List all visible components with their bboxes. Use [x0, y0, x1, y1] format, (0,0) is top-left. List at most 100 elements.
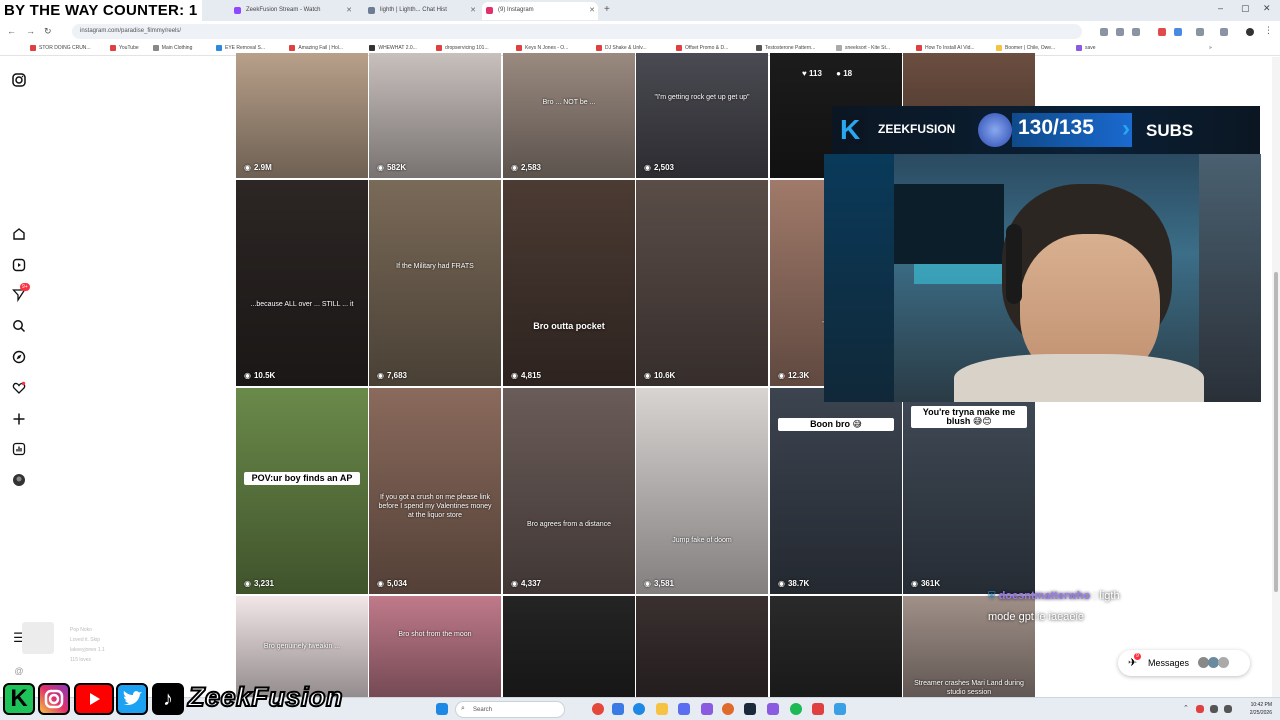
wifi-icon[interactable] [1210, 705, 1218, 713]
tab-chat-history[interactable]: lighth | Lighth... Chat Hist ✕ [364, 2, 479, 20]
reel-tile[interactable]: Jump fake of doom ◉ 3,581 [636, 388, 768, 594]
reel-tile[interactable]: If you got a crush on me please link bef… [369, 388, 501, 594]
app-icon[interactable] [678, 703, 690, 715]
bookmark-item[interactable]: STOR DOING CRUN... [30, 45, 91, 51]
reel-tile[interactable]: You're tryna make me blush 😅😊 ◉ 361K [903, 388, 1035, 594]
url-text: instagram.com/paradise_filmmy/reels/ [80, 28, 182, 34]
app-icon[interactable] [812, 703, 824, 715]
minimize-button[interactable]: – [1218, 3, 1223, 13]
reload-icon[interactable]: ↻ [44, 26, 52, 37]
reel-tile[interactable]: Bro agrees from a distance ◉ 4,337 [503, 388, 635, 594]
extensions-puzzle-icon[interactable] [1196, 28, 1204, 36]
bookmark-item[interactable]: DJ Shake & Unlv... [596, 45, 647, 51]
bookmark-item[interactable]: dropservicing 101... [436, 45, 489, 51]
reel-caption: ...because ALL over ... STILL ... it [250, 301, 354, 308]
edge-icon[interactable] [633, 703, 645, 715]
bookmark-item[interactable]: Keys N Jones - O... [516, 45, 568, 51]
create-plus-icon[interactable] [12, 412, 26, 426]
file-explorer-icon[interactable] [656, 703, 668, 715]
reel-tile[interactable]: Bro outta pocket ◉ 4,815 [503, 180, 635, 386]
volume-icon[interactable] [1224, 705, 1232, 713]
bookmarks-overflow-icon[interactable]: » [1200, 45, 1212, 51]
taskbar-clock[interactable]: 10:42 PM 2/25/2026 [1232, 701, 1272, 717]
chrome-icon[interactable] [592, 703, 604, 715]
dashboard-icon[interactable] [12, 442, 26, 456]
instagram-logo-icon[interactable] [12, 73, 26, 87]
bookmark-item[interactable]: save [1076, 45, 1096, 51]
reel-tile[interactable]: ◉ 582K [369, 53, 501, 178]
app-icon[interactable] [612, 703, 624, 715]
reel-tile[interactable]: ...because ALL over ... STILL ... it ◉ 10.… [236, 180, 368, 386]
bookmark-item[interactable]: Testosterone Pattern... [756, 45, 815, 51]
steam-icon[interactable] [744, 703, 756, 715]
forward-arrow-icon[interactable]: → [26, 26, 35, 36]
bookmark-label: Main Clothing [161, 45, 193, 51]
messages-button[interactable]: ✈ 9 Messages [1118, 650, 1250, 676]
bookmark-item[interactable]: YouTube [110, 45, 139, 51]
reel-tile[interactable]: Bro shot from the moon [369, 596, 501, 699]
bookmark-item[interactable]: EYE Removal S... [216, 45, 265, 51]
notifications-heart-icon[interactable] [12, 381, 26, 395]
address-bar[interactable]: instagram.com/paradise_filmmy/reels/ [72, 24, 1082, 39]
reel-tile[interactable]: POV:ur boy finds an AP ◉ 3,231 [236, 388, 368, 594]
threads-icon[interactable]: @ [12, 664, 26, 678]
reel-view-count: ◉ 2,583 [511, 163, 541, 172]
scrollbar-thumb[interactable] [1274, 272, 1278, 592]
reel-tile[interactable] [503, 596, 635, 699]
windows-start-icon[interactable] [436, 703, 448, 715]
scrollbar[interactable] [1272, 57, 1280, 697]
reel-tile[interactable]: "I'm getting rock get up get up" ◉ 2,503 [636, 53, 768, 178]
maximize-button[interactable]: ▢ [1241, 3, 1250, 14]
spotify-icon[interactable] [790, 703, 802, 715]
zoom-icon[interactable] [1100, 28, 1108, 36]
profile-avatar[interactable] [12, 473, 26, 487]
reel-tile[interactable]: ◉ 10.6K [636, 180, 768, 386]
home-icon[interactable] [12, 227, 26, 241]
extension-icon[interactable] [1158, 28, 1166, 36]
bookmark-item[interactable]: How To Install AI Vid... [916, 45, 975, 51]
star-icon[interactable] [1132, 28, 1140, 36]
bookmark-item[interactable]: Offset Promo & D... [676, 45, 728, 51]
reel-tile[interactable]: ◉ 2.9M [236, 53, 368, 178]
discord-icon[interactable] [701, 703, 713, 715]
new-tab-button[interactable]: + [604, 4, 610, 15]
reel-tile[interactable]: Boon bro 😅 ◉ 38.7K [770, 388, 902, 594]
close-icon[interactable]: ✕ [346, 6, 352, 14]
close-icon[interactable]: ✕ [589, 6, 595, 14]
taskbar-search[interactable]: ⌕ Search [455, 701, 565, 718]
tray-icon[interactable] [1196, 705, 1204, 713]
bookmark-item[interactable]: Amazing Fail | Hol... [289, 45, 343, 51]
menu-kebab-icon[interactable]: ⋮ [1264, 25, 1273, 36]
direct-messages-icon[interactable]: 9+ [12, 283, 30, 303]
reel-caption: POV:ur boy finds an AP [244, 472, 360, 485]
back-arrow-icon[interactable]: ← [7, 26, 16, 36]
bookmark-item[interactable]: Main Clothing [152, 45, 193, 51]
firefox-icon[interactable] [722, 703, 734, 715]
sidebar-icon[interactable] [1220, 28, 1228, 36]
window-close-button[interactable]: ✕ [1263, 3, 1271, 14]
tab-twitch[interactable]: ZeekFusion Stream - Watch ✕ [230, 2, 355, 20]
tab-label: (9) Instagram [498, 7, 534, 13]
reel-tile[interactable] [636, 596, 768, 699]
tray-chevron-icon[interactable]: ⌃ [1183, 704, 1189, 712]
reel-tile[interactable] [770, 596, 902, 699]
tab-instagram[interactable]: (9) Instagram ✕ [482, 2, 598, 20]
search-icon[interactable] [12, 319, 26, 333]
reels-icon[interactable] [12, 258, 26, 272]
bookmark-item[interactable]: Boomer | Chile, Owe... [996, 45, 1055, 51]
twitch-icon[interactable] [767, 703, 779, 715]
app-icon[interactable] [834, 703, 846, 715]
bookmark-item[interactable]: sneeksort - Kite St... [836, 45, 890, 51]
explore-compass-icon[interactable] [12, 350, 26, 364]
install-icon[interactable] [1116, 28, 1124, 36]
close-icon[interactable]: ✕ [470, 6, 476, 14]
bookmark-item[interactable]: WHEWHAT 2.0... [369, 45, 417, 51]
reel-caption: Bro outta pocket [533, 321, 605, 331]
reel-tile[interactable]: Bro ... NOT be ... ◉ 2,583 [503, 53, 635, 178]
extension-icon[interactable] [1174, 28, 1182, 36]
suggested-profile-thumbnail[interactable] [22, 622, 54, 654]
profile-avatar[interactable] [1246, 28, 1254, 36]
reel-tile[interactable]: If the Military had FRATS ◉ 7,683 [369, 180, 501, 386]
reel-view-count: ◉ 5,034 [377, 579, 407, 588]
chat-text: ligth [1099, 590, 1120, 602]
